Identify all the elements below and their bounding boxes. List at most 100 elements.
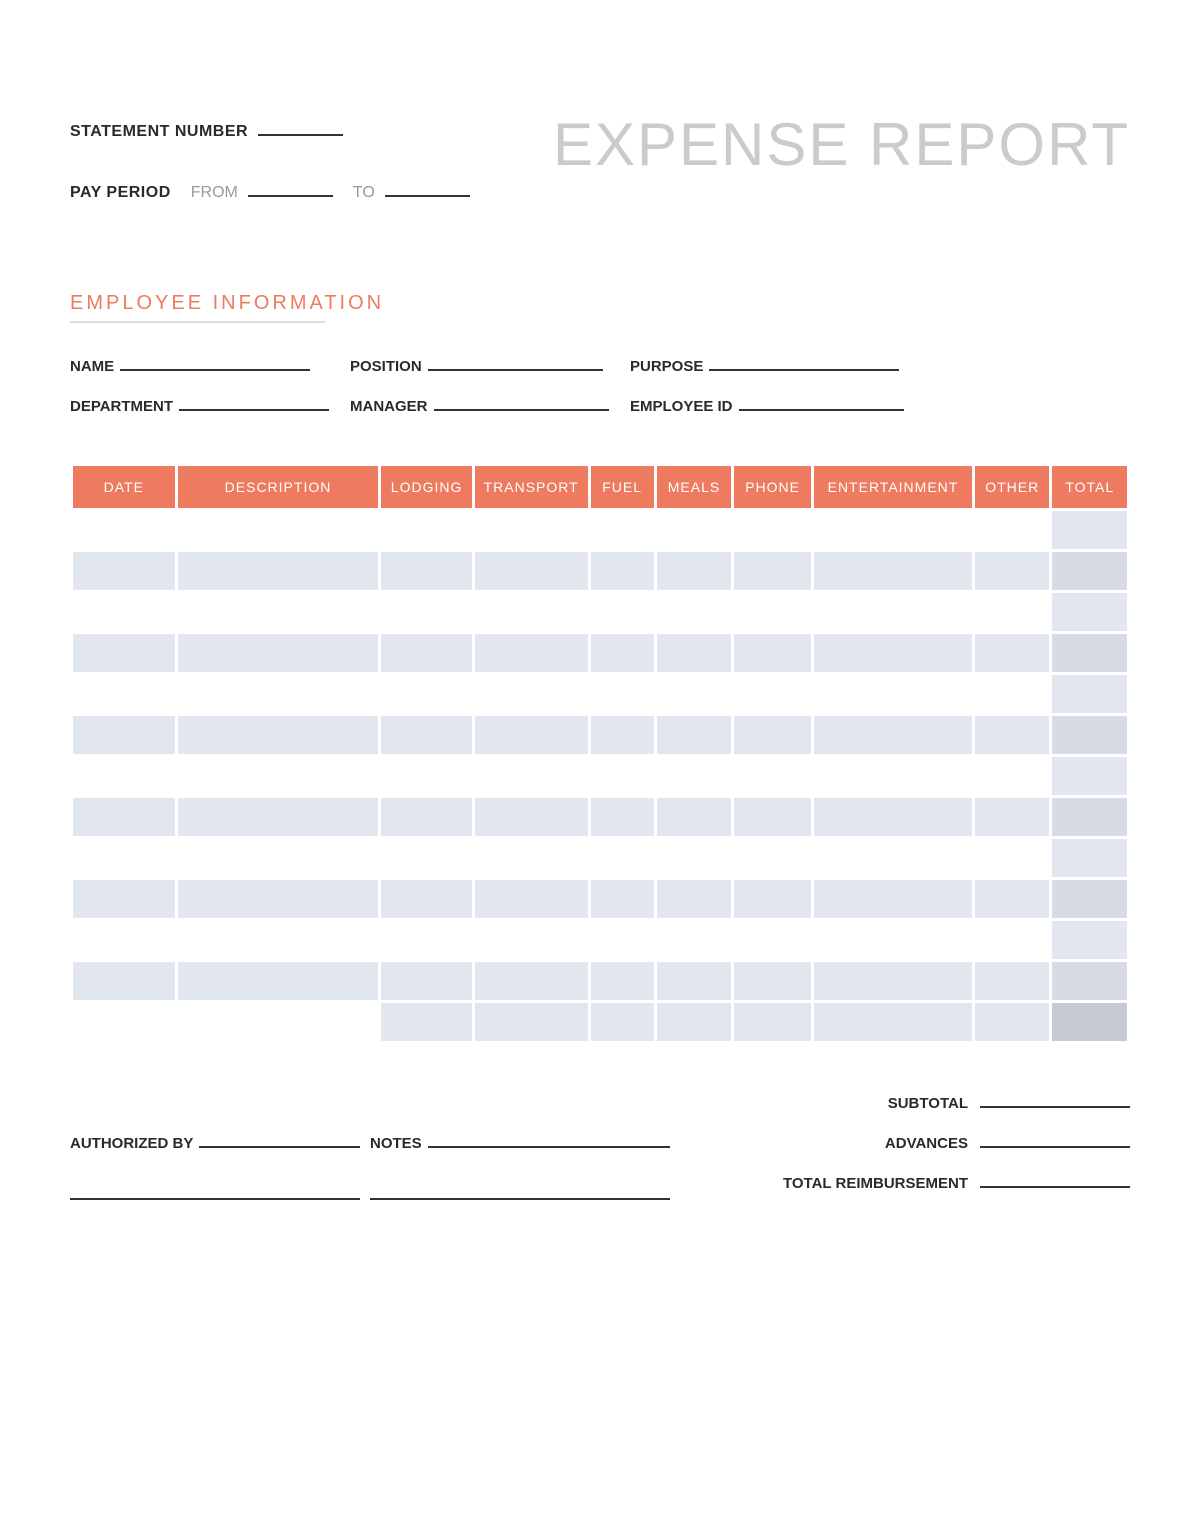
table-cell[interactable] (381, 839, 471, 877)
table-cell[interactable] (475, 593, 588, 631)
table-cell[interactable] (475, 716, 588, 754)
table-cell[interactable] (734, 552, 811, 590)
table-cell[interactable] (73, 962, 175, 1000)
table-cell[interactable] (381, 511, 471, 549)
table-cell[interactable] (1052, 511, 1127, 549)
table-cell[interactable] (657, 634, 731, 672)
table-cell[interactable] (591, 798, 654, 836)
table-cell[interactable] (975, 798, 1049, 836)
table-cell[interactable] (475, 552, 588, 590)
table-cell[interactable] (381, 675, 471, 713)
table-cell[interactable] (591, 593, 654, 631)
table-cell[interactable] (591, 675, 654, 713)
table-cell[interactable] (475, 675, 588, 713)
table-cell[interactable] (814, 716, 972, 754)
table-cell[interactable] (734, 593, 811, 631)
table-cell[interactable] (475, 511, 588, 549)
table-cell[interactable] (734, 716, 811, 754)
table-cell[interactable] (657, 552, 731, 590)
table-summary-cell[interactable] (475, 1003, 588, 1041)
table-cell[interactable] (657, 798, 731, 836)
table-cell[interactable] (814, 798, 972, 836)
table-cell[interactable] (734, 839, 811, 877)
table-cell[interactable] (73, 593, 175, 631)
table-cell[interactable] (475, 757, 588, 795)
notes-line2[interactable] (370, 1186, 670, 1200)
table-cell[interactable] (1052, 716, 1127, 754)
table-cell[interactable] (657, 593, 731, 631)
table-cell[interactable] (975, 511, 1049, 549)
table-cell[interactable] (73, 757, 175, 795)
table-cell[interactable] (657, 962, 731, 1000)
table-cell[interactable] (591, 962, 654, 1000)
table-cell[interactable] (591, 880, 654, 918)
table-cell[interactable] (657, 675, 731, 713)
table-cell[interactable] (814, 634, 972, 672)
table-cell[interactable] (814, 675, 972, 713)
employee-id-input[interactable] (739, 397, 904, 411)
table-cell[interactable] (734, 634, 811, 672)
manager-input[interactable] (434, 397, 609, 411)
table-cell[interactable] (975, 962, 1049, 1000)
table-cell[interactable] (73, 839, 175, 877)
table-cell[interactable] (73, 675, 175, 713)
table-cell[interactable] (657, 921, 731, 959)
table-cell[interactable] (1052, 921, 1127, 959)
table-cell[interactable] (73, 716, 175, 754)
table-cell[interactable] (1052, 880, 1127, 918)
table-cell[interactable] (178, 757, 379, 795)
table-cell[interactable] (178, 675, 379, 713)
table-cell[interactable] (73, 798, 175, 836)
table-cell[interactable] (975, 757, 1049, 795)
table-cell[interactable] (975, 593, 1049, 631)
table-summary-cell[interactable] (1052, 1003, 1127, 1041)
pay-period-from-input[interactable] (248, 181, 333, 197)
table-cell[interactable] (734, 757, 811, 795)
table-cell[interactable] (178, 716, 379, 754)
table-cell[interactable] (178, 511, 379, 549)
table-cell[interactable] (975, 675, 1049, 713)
table-summary-cell[interactable] (657, 1003, 731, 1041)
table-cell[interactable] (178, 839, 379, 877)
table-cell[interactable] (381, 962, 471, 1000)
purpose-input[interactable] (709, 357, 899, 371)
table-cell[interactable] (178, 798, 379, 836)
subtotal-input[interactable] (980, 1094, 1130, 1108)
table-cell[interactable] (381, 593, 471, 631)
table-cell[interactable] (1052, 839, 1127, 877)
table-cell[interactable] (975, 839, 1049, 877)
table-cell[interactable] (591, 634, 654, 672)
table-cell[interactable] (381, 880, 471, 918)
table-cell[interactable] (975, 921, 1049, 959)
table-cell[interactable] (591, 757, 654, 795)
table-summary-cell[interactable] (591, 1003, 654, 1041)
table-cell[interactable] (591, 716, 654, 754)
table-cell[interactable] (814, 921, 972, 959)
table-cell[interactable] (1052, 634, 1127, 672)
table-cell[interactable] (657, 511, 731, 549)
total-reimbursement-input[interactable] (980, 1174, 1130, 1188)
table-cell[interactable] (381, 798, 471, 836)
table-cell[interactable] (657, 880, 731, 918)
table-cell[interactable] (591, 552, 654, 590)
authorized-by-line2[interactable] (70, 1186, 360, 1200)
table-summary-cell[interactable] (814, 1003, 972, 1041)
notes-input[interactable] (428, 1134, 670, 1148)
table-cell[interactable] (475, 880, 588, 918)
table-cell[interactable] (814, 511, 972, 549)
table-cell[interactable] (1052, 675, 1127, 713)
table-cell[interactable] (814, 962, 972, 1000)
table-cell[interactable] (178, 880, 379, 918)
advances-input[interactable] (980, 1134, 1130, 1148)
table-cell[interactable] (814, 880, 972, 918)
authorized-by-input[interactable] (199, 1134, 360, 1148)
table-cell[interactable] (814, 839, 972, 877)
table-cell[interactable] (734, 880, 811, 918)
table-cell[interactable] (73, 634, 175, 672)
table-cell[interactable] (814, 593, 972, 631)
table-cell[interactable] (975, 880, 1049, 918)
table-cell[interactable] (178, 634, 379, 672)
table-cell[interactable] (475, 921, 588, 959)
table-cell[interactable] (657, 716, 731, 754)
table-summary-cell[interactable] (975, 1003, 1049, 1041)
